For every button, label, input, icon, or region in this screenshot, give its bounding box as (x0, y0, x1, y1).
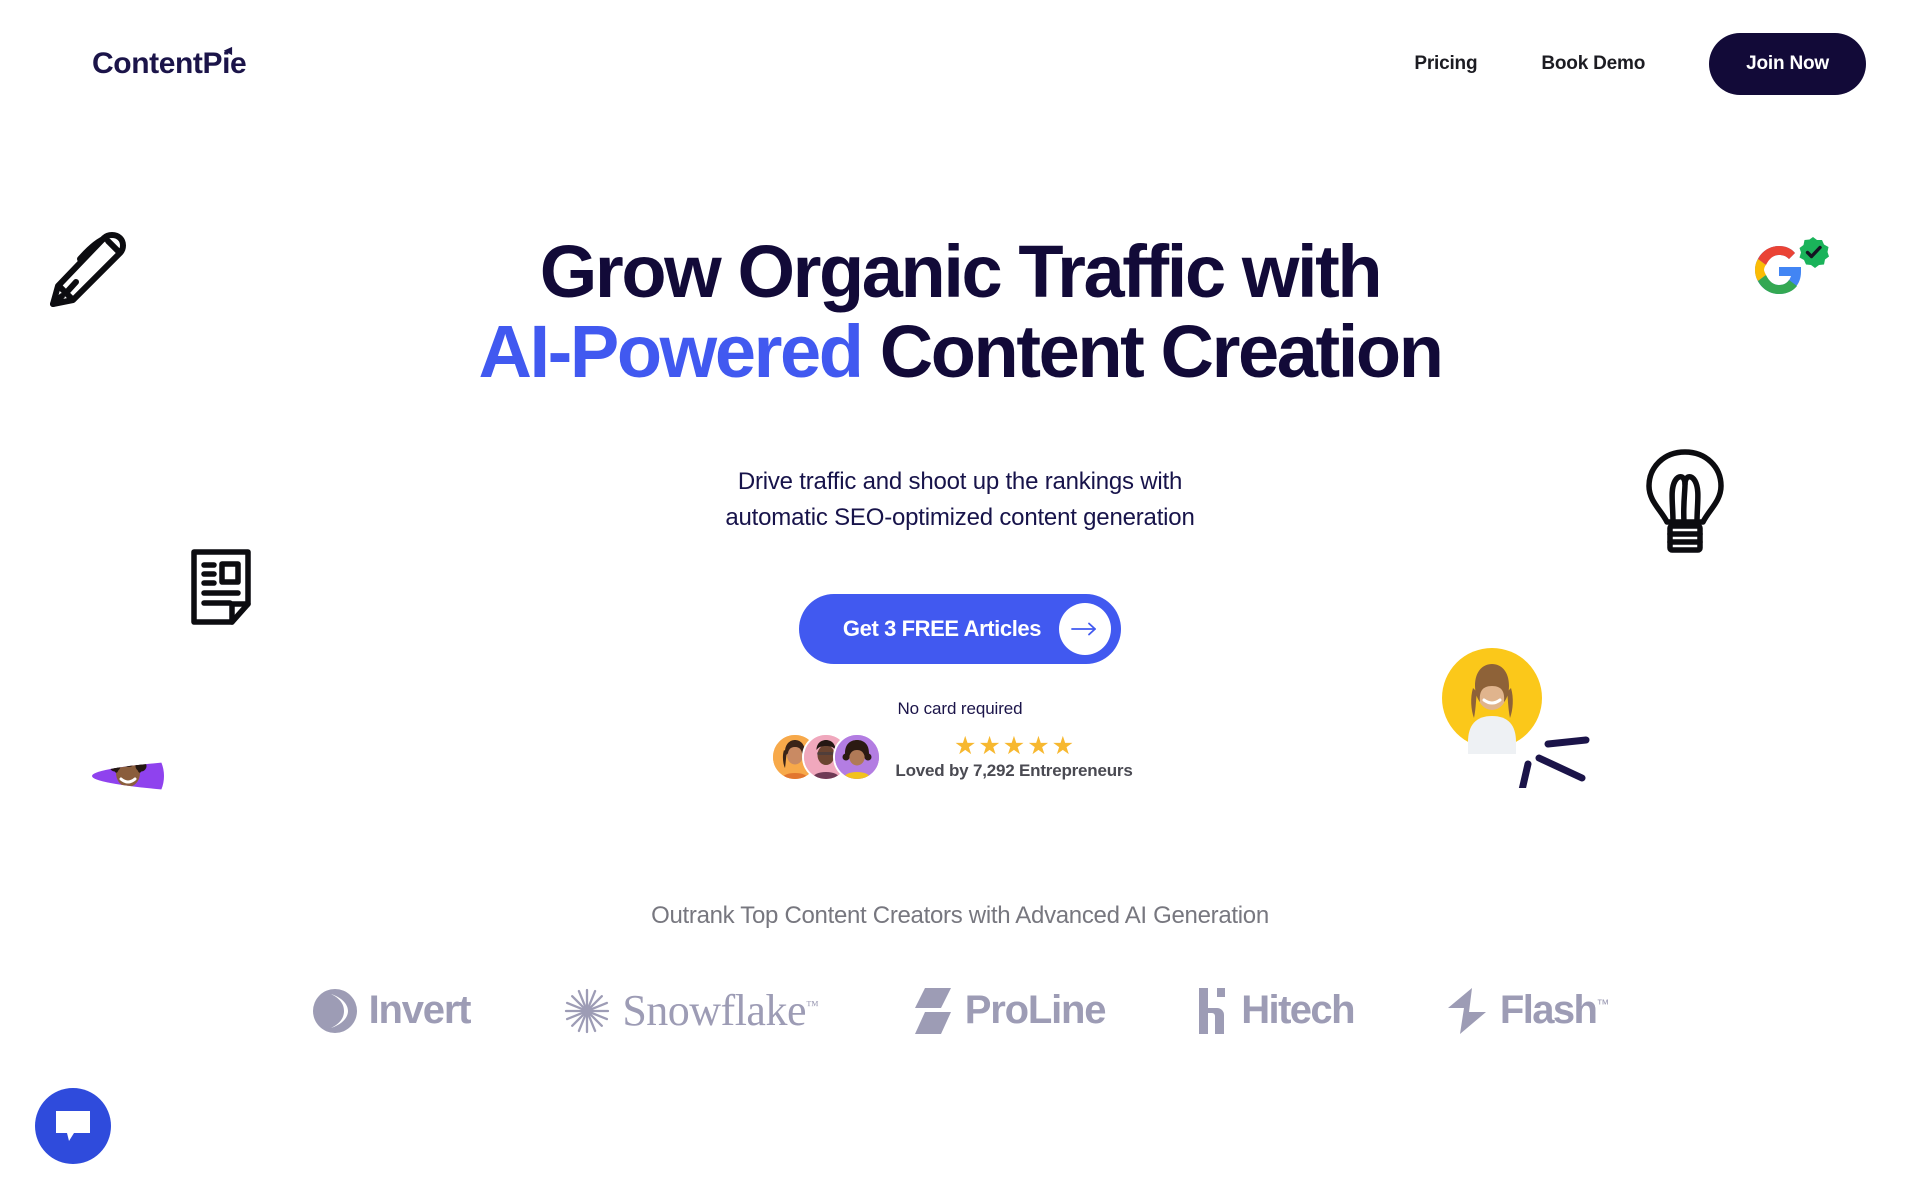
hero-subheading: Drive traffic and shoot up the rankings … (0, 464, 1920, 535)
landing-page: ContentPie Pricing Book Demo Join Now Gr… (0, 0, 1920, 1200)
cta-button-label: Get 3 FREE Articles (842, 616, 1042, 641)
hero-cta-wrapper: Get 3 FREE Articles (0, 594, 1920, 664)
brand-hitech: Hitech (1197, 986, 1356, 1036)
main-nav: Pricing Book Demo Join Now (1392, 33, 1866, 95)
avatar-yellow (1442, 648, 1618, 788)
brand-invert-label: Invert (368, 988, 472, 1032)
pen-icon (42, 222, 134, 314)
client-logos: Invert Snowflake™ ProLine Hitech Flash™ (0, 985, 1920, 1036)
snowflake-burst-icon (565, 988, 610, 1033)
headline-line-1: Grow Organic Traffic with (539, 230, 1383, 313)
lightbulb-icon (1642, 448, 1728, 556)
headline-line-2: AI-Powered Content Creation (0, 309, 1920, 393)
brand-hitech-label: Hitech (1241, 988, 1355, 1032)
headline-accent: AI-Powered (478, 309, 863, 393)
brand-flash: Flash™ (1446, 986, 1609, 1036)
get-free-articles-button[interactable]: Get 3 FREE Articles (798, 594, 1122, 664)
chat-bubble-icon (56, 1111, 90, 1141)
subhead-line-1: Drive traffic and shoot up the rankings … (737, 468, 1183, 495)
trademark-symbol: ™ (806, 997, 819, 1013)
avatar-purple (92, 740, 1920, 812)
site-header: ContentPie Pricing Book Demo Join Now (0, 0, 1920, 128)
google-verified-icon (1748, 236, 1830, 308)
brand-snowflake: Snowflake™ (562, 985, 819, 1036)
nav-link-book-demo[interactable]: Book Demo (1519, 43, 1667, 85)
arrow-right-icon (1059, 603, 1112, 655)
brand-proline-label: ProLine (964, 988, 1107, 1032)
page-title: Grow Organic Traffic with AI-Powered Con… (0, 232, 1920, 392)
pie-slice-icon (224, 46, 233, 56)
brand-flash-label: Flash™ (1499, 988, 1610, 1032)
flash-bolt-icon (1447, 987, 1486, 1034)
nav-link-pricing[interactable]: Pricing (1392, 43, 1499, 85)
logos-section-label: Outrank Top Content Creators with Advanc… (651, 902, 1269, 929)
headline-line-2-rest: Content Creation (861, 309, 1444, 393)
subhead-line-2: automatic SEO-optimized content generati… (725, 503, 1195, 531)
brand-invert: Invert (311, 987, 472, 1035)
brand-snowflake-label: Snowflake™ (622, 986, 819, 1035)
hitech-h-icon (1199, 987, 1226, 1034)
proline-bolt-icon (914, 987, 951, 1034)
trademark-symbol: ™ (1596, 996, 1610, 1012)
invert-crescent-icon (312, 988, 357, 1033)
join-now-button[interactable]: Join Now (1709, 33, 1866, 95)
brand-logo[interactable]: ContentPie (92, 46, 247, 81)
chat-widget-button[interactable] (35, 1088, 111, 1164)
document-icon (190, 548, 252, 626)
no-card-required-text: No card required (897, 699, 1023, 718)
brand-proline: ProLine (911, 986, 1106, 1036)
